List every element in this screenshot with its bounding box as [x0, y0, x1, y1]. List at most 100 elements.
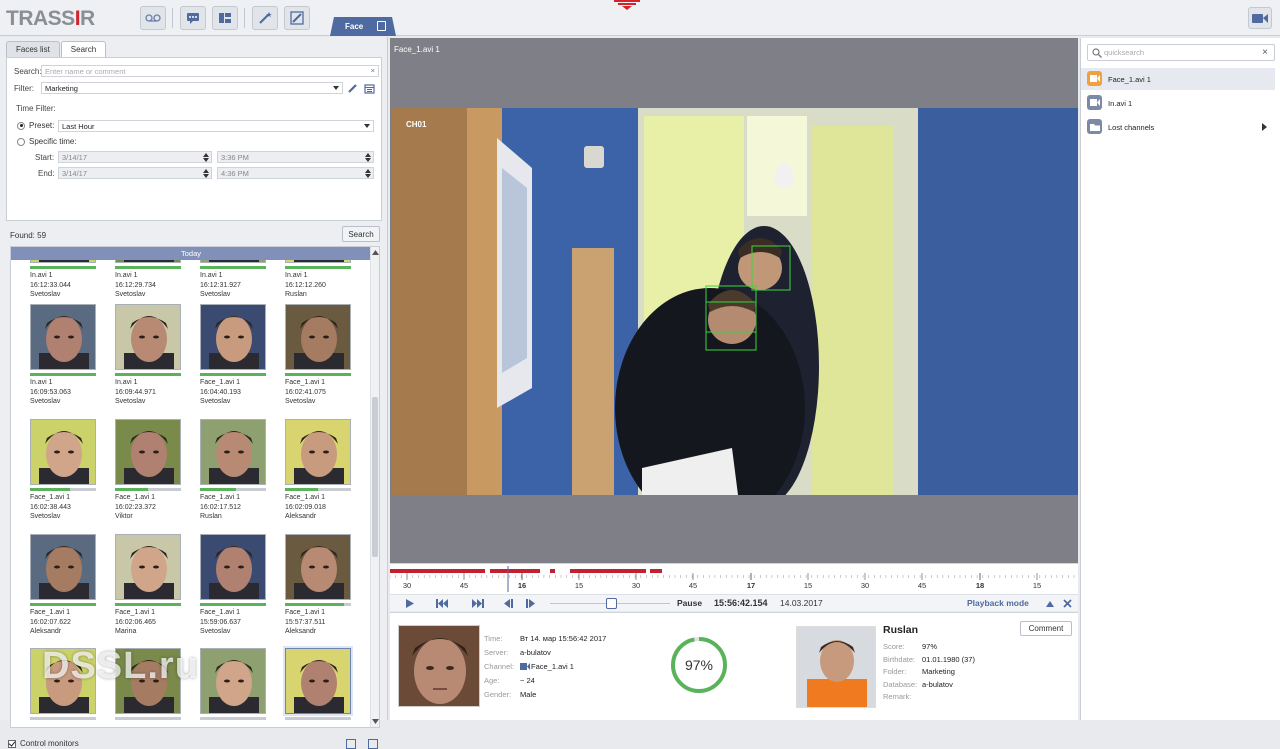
preset-radio[interactable]: Preset: — [17, 121, 54, 130]
recording-segment[interactable] — [490, 569, 540, 573]
info-value: Вт 14. мар 15:56:42 2017 — [520, 634, 607, 643]
end-time-input[interactable]: 4:36 PM — [217, 167, 374, 179]
calendar-icon[interactable] — [364, 83, 375, 94]
result-file: In.avi 1 — [285, 272, 308, 279]
result-file: Face_1.avi 1 — [30, 609, 71, 616]
search-input[interactable]: Enter name or comment × — [41, 65, 379, 77]
recording-segment[interactable] — [390, 569, 485, 573]
result-file: In.avi 1 — [115, 272, 138, 279]
result-time: 16:12:29.734 — [115, 281, 156, 289]
play-icon[interactable] — [404, 599, 416, 608]
channel-item-in[interactable]: In.avi 1 — [1081, 92, 1275, 114]
save-icon[interactable] — [377, 21, 386, 31]
match-value: a-bulatov — [922, 679, 953, 689]
result-file: Face_1.avi 1 — [285, 609, 326, 616]
recording-segment[interactable] — [650, 569, 662, 573]
settings-edit-icon[interactable] — [284, 6, 310, 30]
top-toolbar: TRASSIR Face — [0, 0, 1280, 36]
control-monitors-checkbox[interactable]: Control monitors — [8, 739, 79, 748]
chat-icon[interactable] — [180, 6, 206, 30]
start-label: Start: — [35, 153, 55, 162]
import-icon[interactable] — [368, 739, 378, 749]
timeline-tick-label: 45 — [689, 581, 697, 590]
result-person: Marina — [115, 628, 137, 635]
tab-faces-list[interactable]: Faces list — [6, 41, 60, 57]
result-person: Svetoslav — [200, 398, 231, 405]
skip-forward-icon[interactable] — [472, 599, 484, 608]
result-person: Svetoslav — [285, 398, 316, 405]
tab-face[interactable]: Face — [330, 17, 396, 36]
result-time: 16:12:12.260 — [285, 281, 326, 289]
channel-item-lost[interactable]: Lost channels — [1081, 116, 1275, 138]
layout-icon[interactable] — [212, 6, 238, 30]
channel-item-face-1[interactable]: Face_1.avi 1 — [1081, 68, 1275, 90]
face-thumbnail[interactable] — [115, 304, 181, 370]
start-time-input[interactable]: 3:36 PM — [217, 151, 374, 163]
face-thumbnail[interactable] — [200, 419, 266, 485]
chevron-up-icon[interactable] — [1046, 600, 1055, 609]
face-thumbnail[interactable] — [115, 419, 181, 485]
timeline-ruler[interactable]: 30 45 16 15 30 45 17 15 30 45 18 15 — [390, 564, 1078, 592]
step-forward-icon[interactable] — [526, 599, 538, 608]
filter-select[interactable]: Marketing — [41, 82, 343, 94]
video-camera-icon — [520, 663, 530, 670]
timeline-tick-label: 16 — [518, 581, 526, 590]
result-file: Face_1.avi 1 — [115, 609, 156, 616]
timeline-tick-label: 45 — [460, 581, 468, 590]
clear-icon[interactable]: × — [371, 66, 375, 75]
pencil-icon[interactable] — [347, 83, 358, 94]
comment-button[interactable]: Comment — [1020, 621, 1072, 636]
clear-icon[interactable]: × — [1262, 47, 1268, 58]
magic-wand-icon[interactable] — [252, 6, 278, 30]
timeline-tick-label: 17 — [747, 581, 755, 590]
quicksearch-input[interactable]: quicksearch × — [1087, 44, 1275, 61]
preset-select[interactable]: Last Hour — [58, 120, 374, 132]
video-view[interactable]: Face_1.avi 1 CH01 — [390, 38, 1078, 563]
result-time: 16:02:06.465 — [115, 618, 156, 626]
step-back-icon[interactable] — [502, 599, 514, 608]
specific-time-radio[interactable]: Specific time: — [17, 137, 77, 146]
video-title: Face_1.avi 1 — [394, 45, 440, 54]
tab-search[interactable]: Search — [60, 41, 107, 57]
face-thumbnail[interactable] — [200, 304, 266, 370]
recording-segment[interactable] — [570, 569, 646, 573]
speed-slider[interactable] — [606, 598, 617, 609]
face-info-panel: Time: Вт 14. мар 15:56:42 2017 Server: a-bu… — [390, 612, 1078, 720]
panel-collapse-icon[interactable] — [614, 0, 640, 10]
skip-back-icon[interactable] — [436, 599, 448, 608]
info-value: a-bulatov — [520, 648, 551, 657]
face-thumbnail[interactable] — [115, 534, 181, 600]
folder-icon — [1087, 119, 1102, 134]
face-thumbnail[interactable] — [285, 534, 351, 600]
chevron-right-icon[interactable] — [1262, 123, 1267, 131]
search-button[interactable]: Search — [342, 226, 380, 242]
face-thumbnail[interactable] — [200, 648, 266, 714]
video-camera-icon[interactable] — [1248, 7, 1272, 29]
recording-segment[interactable] — [550, 569, 555, 573]
match-face-image — [796, 626, 876, 708]
voicemail-icon[interactable] — [140, 6, 166, 30]
quality-bar — [115, 266, 181, 269]
results-scrollbar[interactable] — [370, 247, 379, 727]
start-date-input[interactable]: 3/14/17 — [58, 151, 212, 163]
face-thumbnail[interactable] — [30, 304, 96, 370]
export-icon[interactable] — [346, 739, 356, 749]
face-thumbnail[interactable] — [30, 419, 96, 485]
video-camera-icon — [1087, 71, 1102, 86]
timeline-tick-label: 15 — [575, 581, 583, 590]
result-time: 15:57:37.511 — [285, 618, 326, 626]
result-file: Face_1.avi 1 — [200, 494, 241, 501]
face-thumbnail[interactable] — [200, 534, 266, 600]
timeline[interactable]: 30 45 16 15 30 45 17 15 30 45 18 15 Pause 15:56:42.… — [390, 563, 1078, 611]
close-icon[interactable] — [1063, 599, 1072, 608]
result-file: Face_1.avi 1 — [200, 609, 241, 616]
face-thumbnail[interactable] — [285, 419, 351, 485]
end-date-input[interactable]: 3/14/17 — [58, 167, 212, 179]
face-thumbnail[interactable] — [285, 304, 351, 370]
playback-mode[interactable]: Playback mode — [967, 598, 1029, 608]
face-thumbnail[interactable] — [283, 646, 353, 716]
face-thumbnail[interactable] — [30, 534, 96, 600]
result-time: 16:02:41.075 — [285, 388, 326, 396]
result-time: 16:02:07.622 — [30, 618, 71, 626]
result-person: Ruslan — [285, 291, 307, 298]
